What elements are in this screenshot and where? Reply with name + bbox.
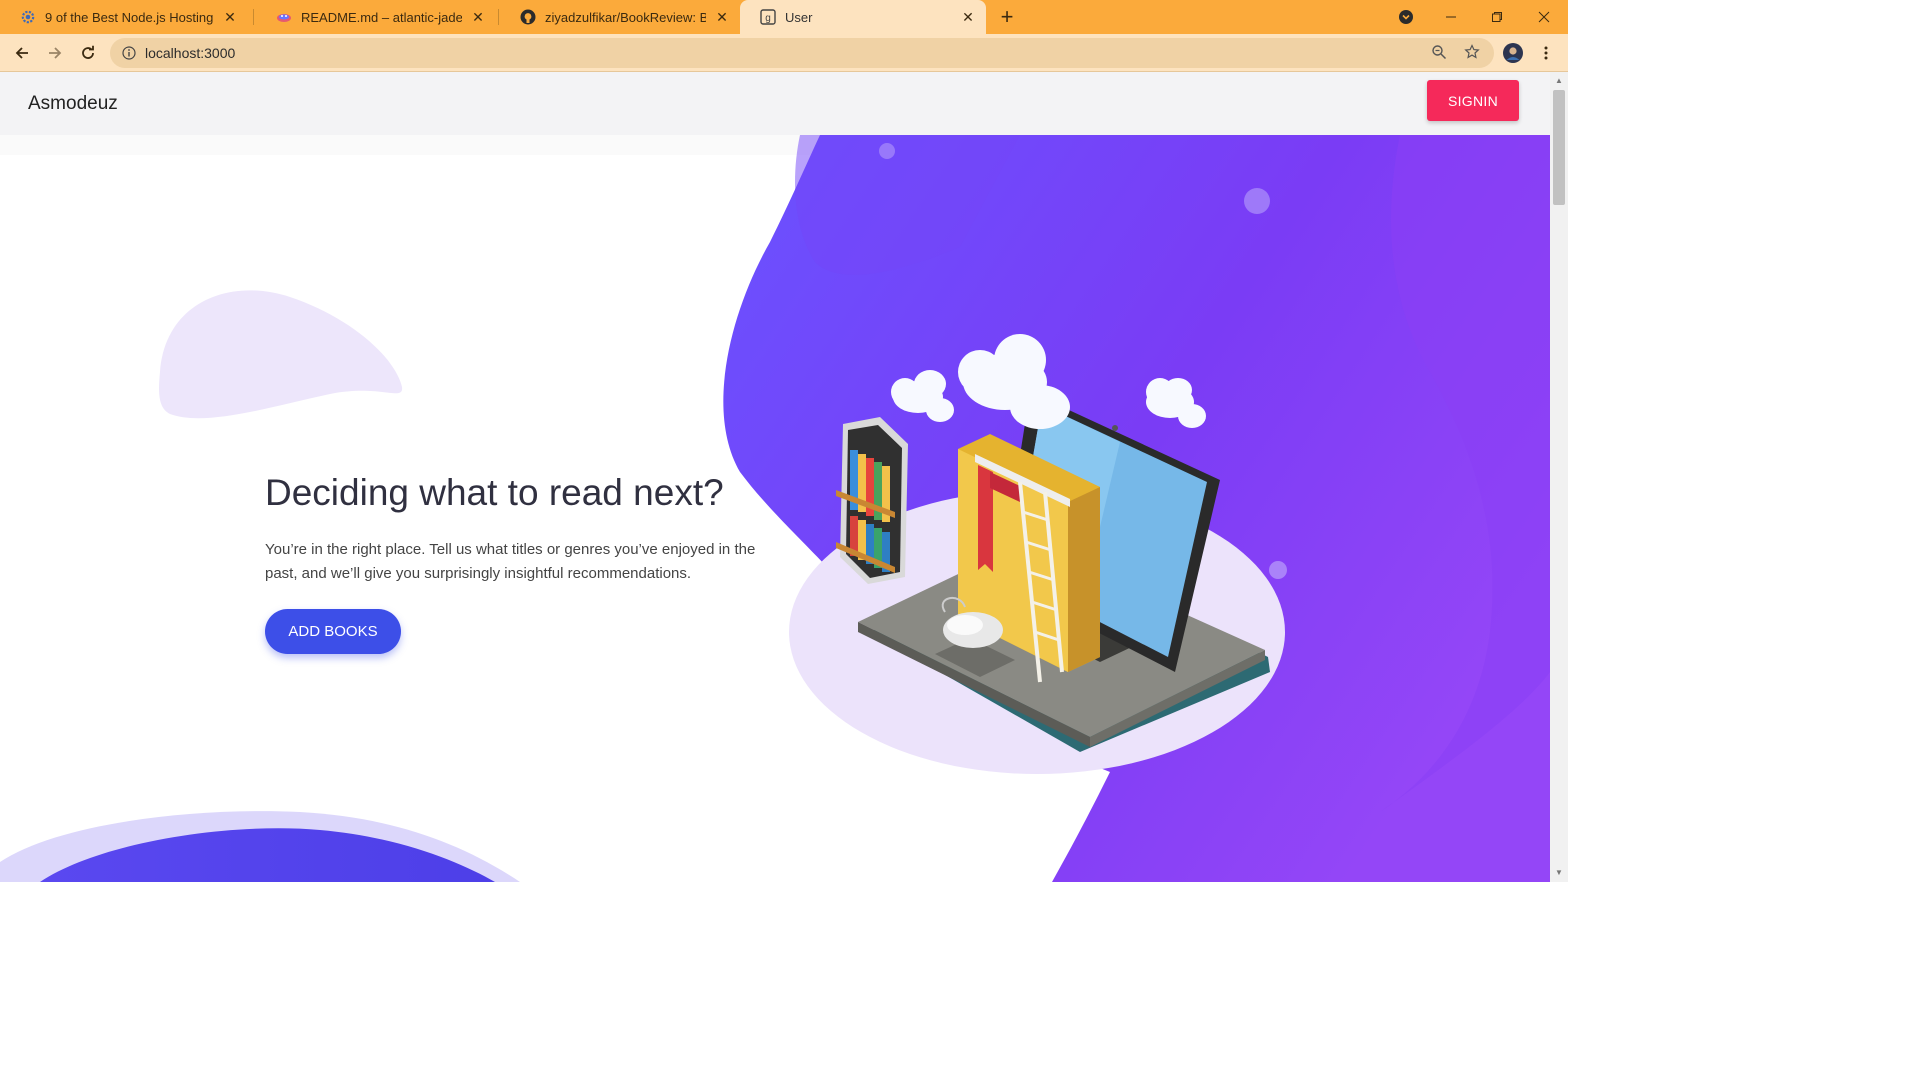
scroll-up-arrow-icon[interactable]: ▲ [1554, 76, 1564, 86]
tab-title: 9 of the Best Node.js Hosting Pla [45, 9, 214, 25]
close-icon[interactable]: ✕ [470, 9, 486, 25]
browser-tab-bar: 9 of the Best Node.js Hosting Pla ✕ READ… [0, 0, 1568, 34]
close-window-icon[interactable] [1521, 0, 1567, 34]
zoom-icon[interactable] [1429, 42, 1449, 62]
reload-icon[interactable] [74, 39, 102, 67]
tab-title: README.md – atlantic-jade-hom [301, 9, 462, 25]
menu-kebab-icon[interactable] [1532, 39, 1560, 67]
tab-title: ziyadzulfikar/BookReview: Book F [545, 9, 706, 25]
profile-avatar[interactable] [1499, 39, 1527, 67]
browser-tab[interactable]: README.md – atlantic-jade-hom ✕ [256, 0, 496, 34]
hero-background-illustration [0, 135, 1550, 882]
hero-subtext: You’re in the right place. Tell us what … [265, 541, 756, 582]
info-icon[interactable] [122, 46, 136, 60]
new-tab-plus-icon[interactable]: + [994, 4, 1020, 29]
hero-headline: Deciding what to read next? [265, 472, 724, 513]
browser-tab[interactable]: 9 of the Best Node.js Hosting Pla ✕ [0, 0, 248, 34]
add-books-button[interactable]: ADD BOOKS [265, 609, 401, 654]
restore-icon[interactable] [1474, 0, 1520, 34]
close-icon[interactable]: ✕ [960, 9, 976, 25]
tab-separator [253, 9, 254, 25]
signin-button[interactable]: SIGNIN [1427, 80, 1519, 121]
site-navbar: Asmodeuz SIGNIN [0, 72, 1550, 135]
browser-toolbar: localhost:3000 [0, 34, 1568, 72]
scroll-down-arrow-icon[interactable]: ▼ [1554, 868, 1564, 878]
tab-separator [498, 9, 499, 25]
page-viewport: Asmodeuz SIGNIN Deciding what to read ne… [0, 72, 1550, 882]
browser-tab[interactable]: ziyadzulfikar/BookReview: Book F ✕ [500, 0, 740, 34]
address-url: localhost:3000 [145, 45, 236, 61]
tab-title: User [785, 9, 813, 25]
svg-text:g: g [765, 13, 771, 24]
github-icon [520, 9, 536, 25]
scroll-thumb[interactable] [1553, 90, 1565, 205]
browser-tab-active[interactable]: g User ✕ [740, 0, 986, 34]
glitch-icon [276, 9, 292, 25]
back-arrow-icon[interactable] [8, 39, 36, 67]
goodreads-icon: g [760, 9, 776, 25]
page-scrollbar[interactable]: ▲ ▼ [1550, 72, 1568, 882]
brand-logo-text[interactable]: Asmodeuz [28, 93, 118, 115]
minimize-icon[interactable] [1428, 0, 1474, 34]
forward-arrow-icon[interactable] [41, 39, 69, 67]
tab-search-icon[interactable] [1383, 0, 1429, 34]
close-icon[interactable]: ✕ [222, 9, 238, 25]
close-icon[interactable]: ✕ [714, 9, 730, 25]
address-bar[interactable]: localhost:3000 [110, 38, 1494, 68]
bookmark-star-icon[interactable] [1462, 42, 1482, 62]
gear-icon [20, 9, 36, 25]
